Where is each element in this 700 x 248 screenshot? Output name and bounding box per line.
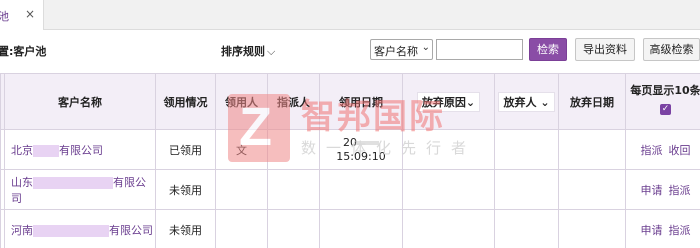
abandoner-filter-label: 放弃人 xyxy=(503,95,537,109)
column-header-date: 领用日期 xyxy=(319,73,403,130)
chevron-down-icon: ⌄ xyxy=(465,95,476,109)
column-header-abandoner: 放弃人 ⌄ xyxy=(494,73,559,130)
search-field-value: 客户名称 xyxy=(374,45,418,58)
customer-name-suffix: 有限公司 xyxy=(109,223,153,237)
column-header-reason: 放弃原因⌄ xyxy=(402,73,495,130)
redaction-mask xyxy=(33,144,59,157)
abandoner xyxy=(494,209,559,248)
column-header-abandon-date: 放弃日期 xyxy=(558,73,626,130)
claim-date xyxy=(319,209,403,248)
reason-filter-select[interactable]: 放弃原因⌄ xyxy=(416,91,481,112)
abandoner xyxy=(494,169,559,210)
customer-name-link[interactable]: 河南 有限公司 xyxy=(4,209,156,248)
advanced-search-button[interactable]: 高级检索 xyxy=(643,38,700,61)
chevron-down-icon: ⌵ xyxy=(267,45,276,58)
sort-rule-label: 排序规则 xyxy=(221,45,265,58)
assign-link[interactable]: 指派 xyxy=(669,184,691,197)
column-header-status: 领用情况 xyxy=(155,73,216,130)
tab-strip: 池 × xyxy=(0,0,700,30)
apply-link[interactable]: 申请 xyxy=(641,224,663,237)
reason-filter-label: 放弃原因 xyxy=(421,95,466,109)
assigner xyxy=(267,169,320,210)
abandon-date xyxy=(558,129,626,170)
abandon-reason xyxy=(402,169,495,210)
claim-status: 未领用 xyxy=(155,209,216,248)
claim-date xyxy=(319,169,403,210)
column-header-assigner: 指派人 xyxy=(267,73,320,130)
assign-link[interactable]: 指派 xyxy=(641,144,663,157)
claim-date-line2: 15:09:10 xyxy=(336,149,386,163)
table-header-row: 客户名称 领用情况 领用人 指派人 领用日期 放弃原因⌄ 放弃人 ⌄ 放弃日期 … xyxy=(0,73,700,130)
abandon-date xyxy=(558,209,626,248)
row-actions: 申请 指派 xyxy=(625,169,700,210)
abandon-reason xyxy=(402,129,495,170)
select-all-checkbox[interactable]: ✓ xyxy=(660,104,671,115)
abandoner xyxy=(494,129,559,170)
customer-name-prefix: 河南 xyxy=(11,223,33,237)
apply-link[interactable]: 申请 xyxy=(641,184,663,197)
sort-rule-dropdown[interactable]: 排序规则 ⌵ xyxy=(221,43,275,59)
close-icon[interactable]: × xyxy=(25,7,35,21)
toolbar: 置:客户池 排序规则 ⌵ 客户名称 ⌄ 检索 导出资料 高级检索 xyxy=(0,31,700,71)
breadcrumb: 置:客户池 xyxy=(0,45,47,58)
search-input[interactable] xyxy=(436,39,523,60)
claim-date-line1: 20 xyxy=(343,135,357,149)
claim-status: 已领用 xyxy=(155,129,216,170)
table-row: 山东 有限公司 未领用 申请 指派 xyxy=(0,169,700,210)
column-header-user: 领用人 xyxy=(215,73,268,130)
customer-table: 客户名称 领用情况 领用人 指派人 领用日期 放弃原因⌄ 放弃人 ⌄ 放弃日期 … xyxy=(0,73,700,248)
abandon-date xyxy=(558,169,626,210)
recall-link[interactable]: 收回 xyxy=(669,144,691,157)
abandon-reason xyxy=(402,209,495,248)
redaction-mask xyxy=(33,176,113,189)
customer-name-suffix: 有限公司 xyxy=(59,143,103,157)
assigner xyxy=(267,209,320,248)
customer-name-prefix: 北京 xyxy=(11,143,33,157)
search-field-select[interactable]: 客户名称 ⌄ xyxy=(370,39,433,60)
customer-name-link[interactable]: 北京 有限公司 xyxy=(4,129,156,170)
row-actions: 指派 收回 xyxy=(625,129,700,170)
per-page-label: 每页显示10条 xyxy=(630,84,700,97)
column-header-name: 客户名称 xyxy=(4,73,156,130)
customer-name-link[interactable]: 山东 有限公司 xyxy=(4,169,156,210)
assign-link[interactable]: 指派 xyxy=(669,224,691,237)
search-button[interactable]: 检索 xyxy=(529,38,567,61)
redaction-mask xyxy=(357,140,379,145)
row-actions: 申请 指派 xyxy=(625,209,700,248)
claim-user: 文 xyxy=(215,129,268,170)
tab-label: 池 xyxy=(0,10,9,23)
assigner xyxy=(267,129,320,170)
chevron-down-icon: ⌄ xyxy=(540,95,550,109)
chevron-down-icon: ⌄ xyxy=(421,42,430,53)
claim-status: 未领用 xyxy=(155,169,216,210)
claim-user xyxy=(215,169,268,210)
claim-user xyxy=(215,209,268,248)
redaction-mask xyxy=(33,224,109,237)
claim-date: 20 15:09:10 xyxy=(319,129,403,170)
table-row: 北京 有限公司 已领用 文 20 15:09:10 指派 收回 xyxy=(0,129,700,170)
table-row: 河南 有限公司 未领用 申请 指派 xyxy=(0,209,700,248)
column-header-actions: 每页显示10条 ✓ xyxy=(625,73,700,130)
export-button[interactable]: 导出资料 xyxy=(575,38,635,61)
tab-customer-pool[interactable]: 池 × xyxy=(0,0,44,30)
customer-name-prefix: 山东 xyxy=(11,175,33,189)
abandoner-filter-select[interactable]: 放弃人 ⌄ xyxy=(498,91,555,112)
